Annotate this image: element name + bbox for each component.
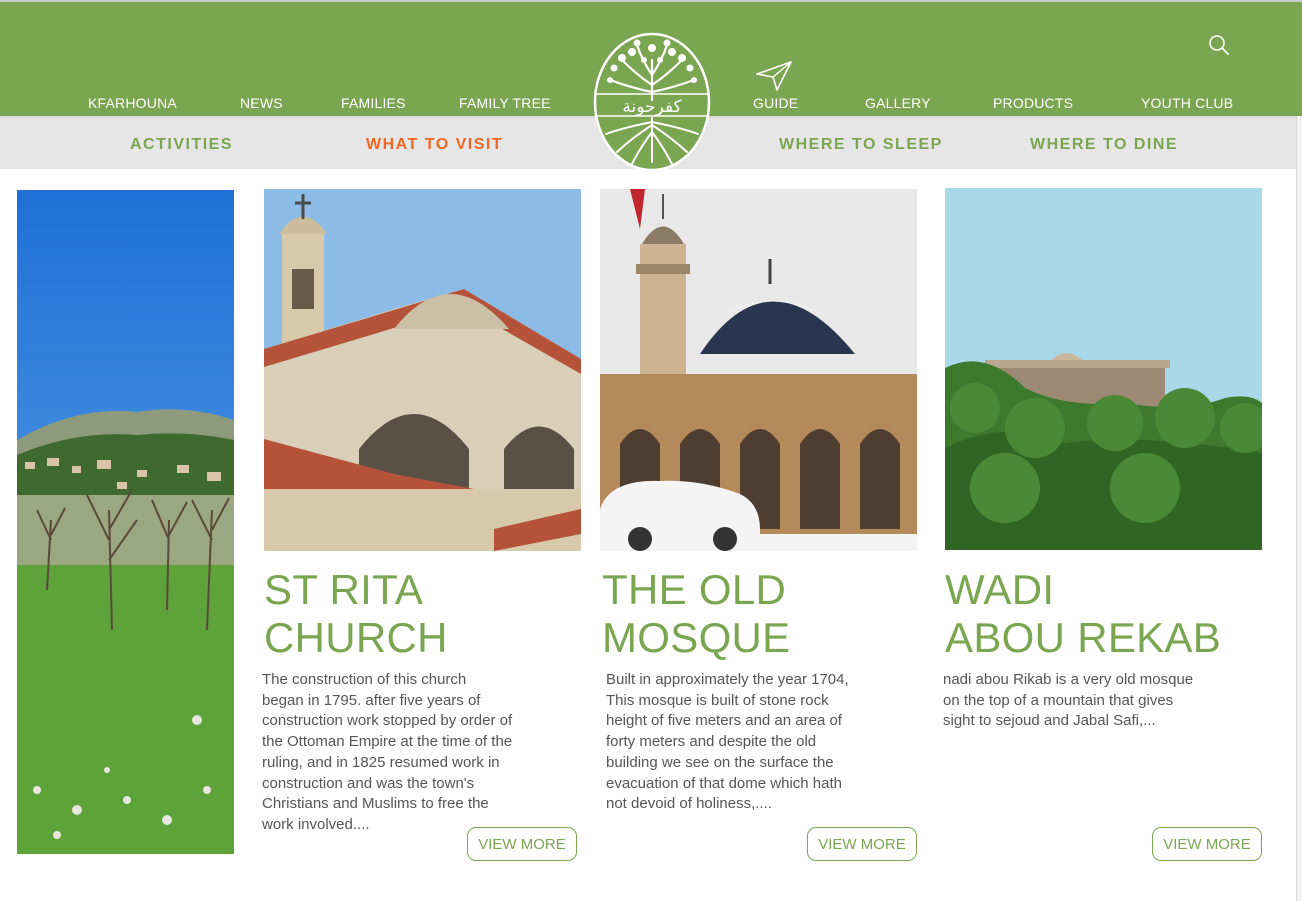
subnav-where-to-sleep[interactable]: WHERE TO SLEEP [779,136,943,154]
view-more-button-old-mosque[interactable]: VIEW MORE [807,827,917,861]
card-description-wadi-abou-rekab: nadi abou Rikab is a very old mosque on … [943,671,1194,730]
logo-arabic-text: كفرحونة [622,97,682,117]
card-title-old-mosque: THE OLD MOSQUE [602,566,791,661]
page-right-edge [1296,116,1302,901]
card-title-st-rita-church: ST RITA CHURCH [264,566,448,661]
nav-item-guide[interactable]: GUIDE [753,95,798,111]
subnav-activities[interactable]: ACTIVITIES [130,136,233,154]
view-more-button-st-rita-church[interactable]: VIEW MORE [467,827,577,861]
nav-item-news[interactable]: NEWS [240,95,283,111]
paper-plane-icon[interactable] [755,60,793,92]
card-description-old-mosque: Built in approximately the year 1704, Th… [606,671,849,813]
village-landscape-image [17,190,234,854]
subnav-where-to-dine[interactable]: WHERE TO DINE [1030,136,1178,154]
card-description-st-rita-church: The construction of this church began in… [262,671,513,833]
nav-item-family-tree[interactable]: FAMILY TREE [459,95,551,111]
nav-item-families[interactable]: FAMILIES [341,95,406,111]
subnav-what-to-visit[interactable]: WHAT TO VISIT [366,136,503,154]
view-more-button-wadi-abou-rekab[interactable]: VIEW MORE [1152,827,1262,861]
wadi-abou-rekab-image [945,188,1262,550]
nav-item-youth-club[interactable]: YOUTH CLUB [1141,95,1233,111]
nav-item-kfarhouna[interactable]: KFARHOUNA [88,95,177,111]
search-icon[interactable] [1208,34,1230,56]
nav-item-products[interactable]: PRODUCTS [993,95,1073,111]
nav-item-gallery[interactable]: GALLERY [865,95,931,111]
card-title-wadi-abou-rekab: WADI ABOU REKAB [945,566,1222,661]
kfarhouna-logo[interactable]: كفرحونة [592,30,712,172]
st-rita-church-image [264,189,581,551]
old-mosque-image [600,189,917,551]
